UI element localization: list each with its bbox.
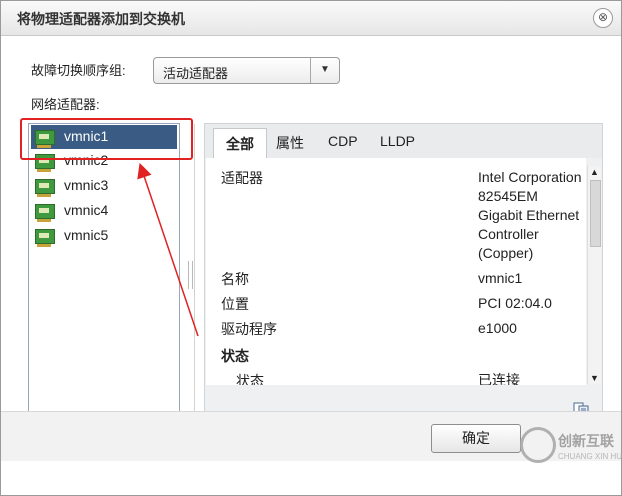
- watermark-brand: 创新互联: [558, 433, 614, 449]
- watermark-circle-icon: [520, 427, 556, 463]
- watermark-logo: 创新互联 CHUANG XIN HU LIAN: [518, 413, 622, 495]
- watermark-subtext: CHUANG XIN HU LIAN: [558, 452, 622, 461]
